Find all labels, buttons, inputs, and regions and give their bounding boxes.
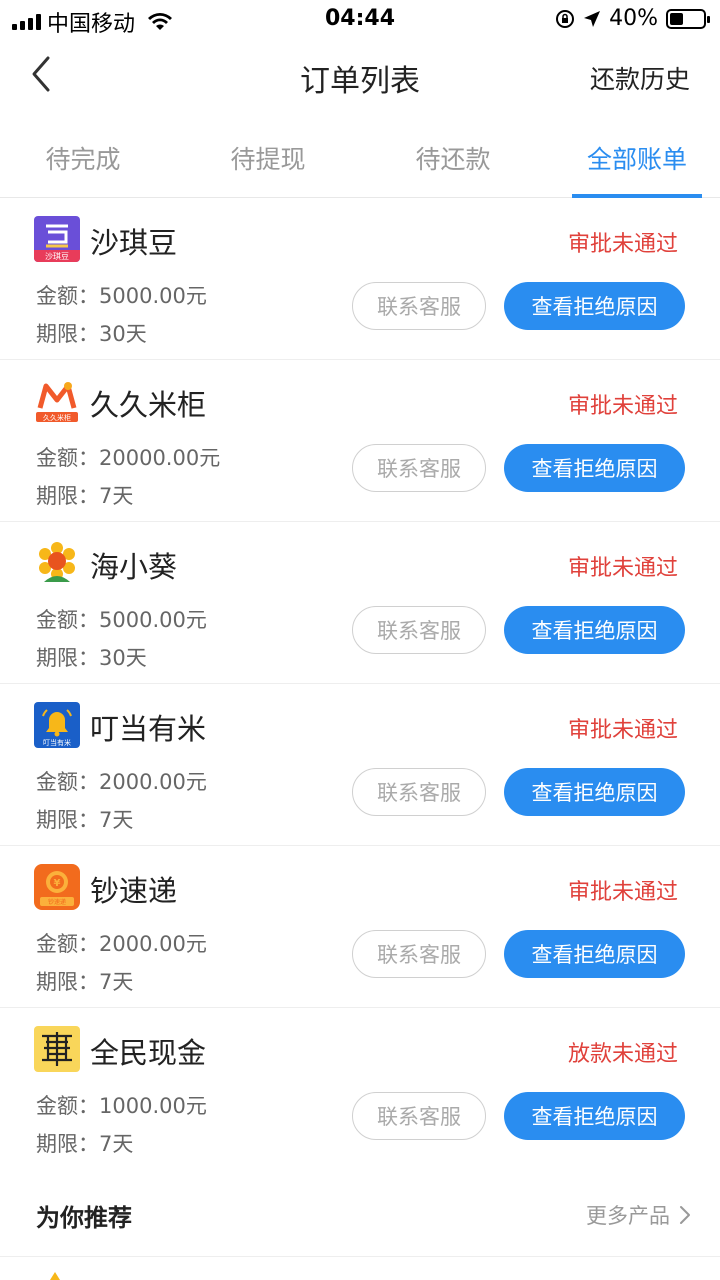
sunflower-logo-icon [34,540,80,586]
order-term: 期限：30天 [36,646,147,670]
product-name: 钞速递 [90,874,178,908]
logo-caption: 久久米柜 [43,413,71,422]
order-tabs: 待完成 待提现 待还款 全部账单 [0,118,720,198]
order-term: 期限：7天 [36,808,134,832]
view-rejection-reason-button[interactable]: 查看拒绝原因 [504,1092,685,1140]
product-name: 久久米柜 [90,388,207,422]
recommend-title: 为你推荐 [36,1204,132,1232]
logo-caption: 沙琪豆 [45,251,69,261]
view-rejection-reason-button[interactable]: 查看拒绝原因 [504,768,685,816]
logo-caption: 叮当有米 [43,738,71,747]
battery-icon [666,8,710,29]
order-amount: 金额：5000.00元 [36,284,207,308]
contact-service-button[interactable]: 联系客服 [352,1092,486,1140]
order-card: 叮当有米 叮当有米 审批未通过 金额：2000.00元 期限：7天 联系客服 查… [0,684,720,846]
shaqidou-logo-icon: 沙琪豆 [34,216,80,262]
tab-pending-repay[interactable]: 待还款 [378,140,528,176]
order-list: 沙琪豆 沙琪豆 审批未通过 金额：5000.00元 期限：30天 联系客服 查看… [0,198,720,1170]
order-amount: 金额：5000.00元 [36,608,207,632]
svg-text:¥: ¥ [54,878,61,889]
order-status: 审批未通过 [567,718,678,743]
tab-pending-complete[interactable]: 待完成 [8,140,158,176]
order-amount: 金额：2000.00元 [36,770,207,794]
bell-logo-icon: 叮当有米 [34,702,80,748]
more-products-label: 更多产品 [586,1204,670,1228]
view-rejection-reason-button[interactable]: 查看拒绝原因 [504,930,685,978]
chevron-right-icon [680,1206,690,1224]
tab-pending-withdraw[interactable]: 待提现 [193,140,343,176]
order-term: 期限：7天 [36,970,134,994]
contact-service-button[interactable]: 联系客服 [352,606,486,654]
contact-service-button[interactable]: 联系客服 [352,444,486,492]
logo-caption: 钞速递 [48,898,66,906]
order-card: 海小葵 审批未通过 金额：5000.00元 期限：30天 联系客服 查看拒绝原因 [0,522,720,684]
location-arrow-icon [584,10,601,27]
status-right: 40% [555,6,710,31]
section-divider [0,1256,720,1257]
partial-product-logo-icon [50,1272,60,1280]
view-rejection-reason-button[interactable]: 查看拒绝原因 [504,606,685,654]
order-term: 期限：7天 [36,1132,134,1156]
product-name: 全民现金 [90,1036,207,1070]
order-card: ¥ 钞速递 钞速递 审批未通过 金额：2000.00元 期限：7天 联系客服 查… [0,846,720,1008]
recommend-section: 为你推荐 更多产品 [0,1172,720,1256]
order-status: 放款未通过 [567,1042,678,1067]
chaosudi-logo-icon: ¥ 钞速递 [34,864,80,910]
order-status: 审批未通过 [567,232,678,257]
jiujiumigui-logo-icon: 久久米柜 [34,378,80,424]
order-amount: 金额：20000.00元 [36,446,221,470]
battery-fill [670,12,683,25]
order-term: 期限：7天 [36,484,134,508]
product-name: 叮当有米 [90,712,207,746]
order-card: 久久米柜 久久米柜 审批未通过 金额：20000.00元 期限：7天 联系客服 … [0,360,720,522]
view-rejection-reason-button[interactable]: 查看拒绝原因 [504,444,685,492]
order-amount: 金额：2000.00元 [36,932,207,956]
order-status: 审批未通过 [567,556,678,581]
order-term: 期限：30天 [36,322,147,346]
product-name: 沙琪豆 [90,226,178,260]
repayment-history-link[interactable]: 还款历史 [590,60,690,96]
battery-percent: 40% [609,6,658,31]
order-card: 全民现金 放款未通过 金额：1000.00元 期限：7天 联系客服 查看拒绝原因 [0,1008,720,1170]
tab-all-bills[interactable]: 全部账单 [562,140,712,176]
quanmin-logo-icon [34,1026,80,1072]
product-name: 海小葵 [90,550,178,584]
order-amount: 金额：1000.00元 [36,1094,207,1118]
more-products-link[interactable]: 更多产品 [586,1200,692,1230]
contact-service-button[interactable]: 联系客服 [352,930,486,978]
contact-service-button[interactable]: 联系客服 [352,768,486,816]
view-rejection-reason-button[interactable]: 查看拒绝原因 [504,282,685,330]
order-card: 沙琪豆 沙琪豆 审批未通过 金额：5000.00元 期限：30天 联系客服 查看… [0,198,720,360]
rotation-lock-icon [556,9,575,28]
nav-bar: 订单列表 还款历史 [0,38,720,110]
status-bar: 中国移动 04:44 40% [0,0,720,38]
contact-service-button[interactable]: 联系客服 [352,282,486,330]
order-status: 审批未通过 [567,394,678,419]
order-status: 审批未通过 [567,880,678,905]
